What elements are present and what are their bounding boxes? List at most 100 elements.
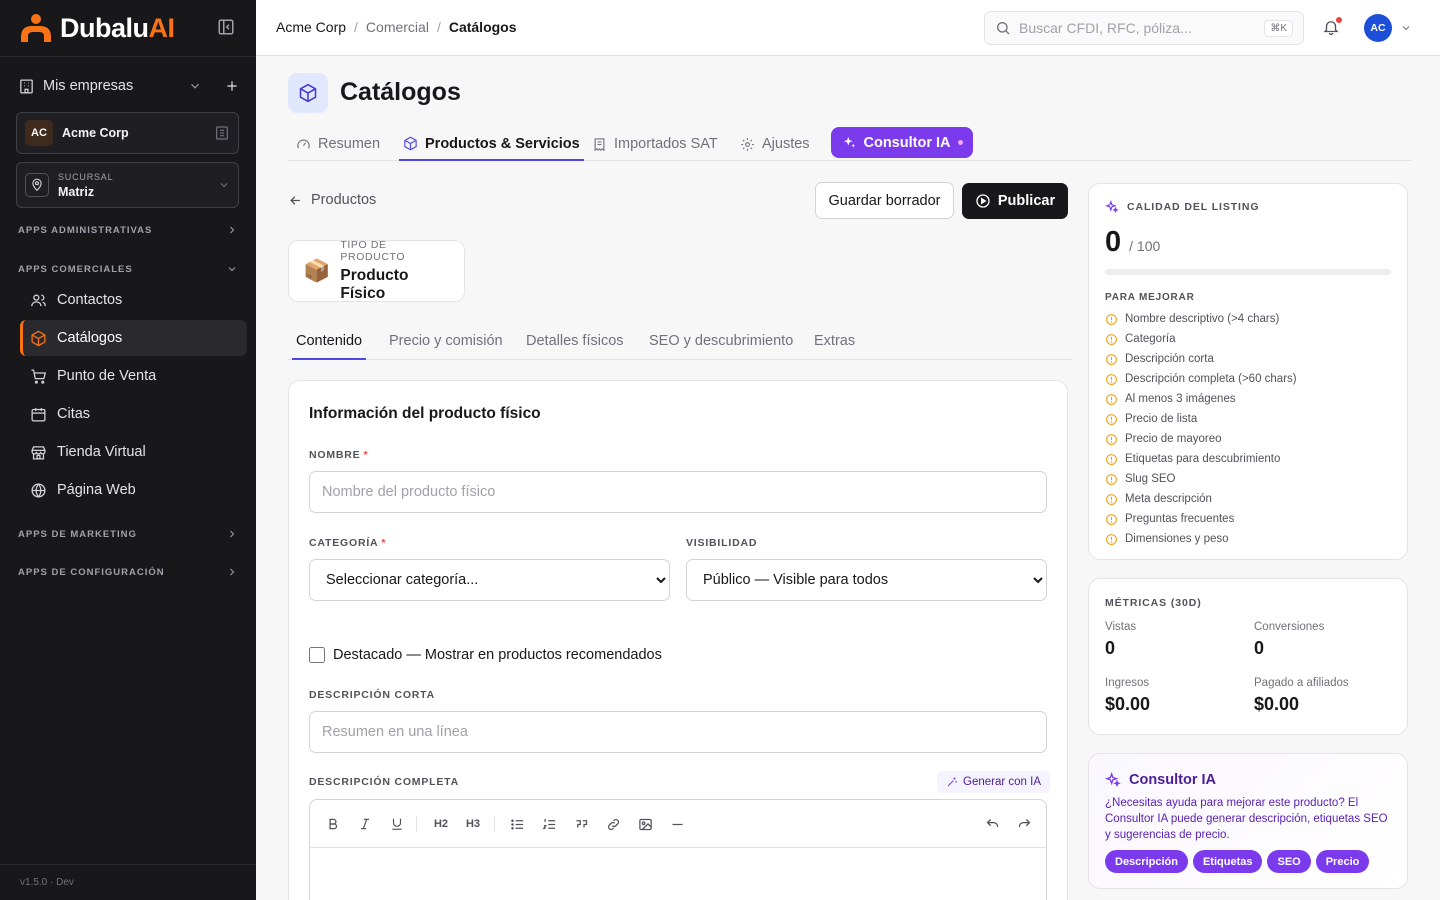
warning-circle-icon xyxy=(1106,533,1117,545)
users-icon xyxy=(31,294,46,306)
improvement-label: Descripción corta xyxy=(1125,353,1214,365)
warning-circle-icon xyxy=(1106,453,1117,465)
chip-etiquetas[interactable]: Etiquetas xyxy=(1192,850,1263,873)
sidebar-item-citas[interactable]: Citas xyxy=(20,396,247,432)
subtab-detalles-fisicos[interactable]: Detalles físicos xyxy=(526,330,624,359)
section-marketing-apps[interactable]: APPS DE MARKETING xyxy=(18,528,238,540)
store-icon xyxy=(31,445,46,460)
redo-icon[interactable] xyxy=(1016,816,1032,832)
ai-suggestion-chips: Descripción Etiquetas SEO Precio xyxy=(1105,850,1370,873)
search-input[interactable] xyxy=(1019,20,1265,36)
chevron-down-icon[interactable] xyxy=(1400,22,1412,34)
italic-icon[interactable] xyxy=(357,816,373,832)
tab-productos-servicios[interactable]: Productos & Servicios xyxy=(399,128,584,161)
subtab-extras[interactable]: Extras xyxy=(814,330,855,359)
building-icon xyxy=(216,126,228,140)
tab-label: Consultor IA xyxy=(863,134,951,151)
toolbar-divider xyxy=(416,816,417,832)
chip-descripcion[interactable]: Descripción xyxy=(1105,850,1188,873)
save-draft-button[interactable]: Guardar borrador xyxy=(815,182,954,219)
short-description-input[interactable] xyxy=(309,711,1047,753)
chevron-down-icon xyxy=(220,183,228,188)
improvement-label: Meta descripción xyxy=(1125,493,1212,505)
section-config-apps[interactable]: APPS DE CONFIGURACIÓN xyxy=(18,566,238,578)
chevron-down-icon xyxy=(228,267,236,272)
heading2-button[interactable]: H2 xyxy=(430,816,452,832)
undo-icon[interactable] xyxy=(984,816,1000,832)
branch-selector[interactable]: SUCURSAL Matriz xyxy=(16,162,239,208)
my-companies-toggle[interactable]: Mis empresas xyxy=(18,74,240,98)
brand-logo[interactable]: DubaluAI xyxy=(18,12,175,44)
tab-ajustes[interactable]: Ajustes xyxy=(740,128,810,160)
sidebar-item-catalogos[interactable]: Catálogos xyxy=(20,320,247,356)
metric-conversions: Conversiones 0 xyxy=(1254,621,1324,659)
heading3-button[interactable]: H3 xyxy=(462,816,484,832)
warning-circle-icon xyxy=(1106,433,1117,445)
search-shortcut: ⌘K xyxy=(1264,19,1293,37)
improvement-label: Precio de lista xyxy=(1125,413,1198,425)
bold-icon[interactable] xyxy=(325,816,341,832)
metric-label: Pagado a afiliados xyxy=(1254,677,1349,689)
metric-value: 0 xyxy=(1254,638,1265,658)
improvement-label: Etiquetas para descubrimiento xyxy=(1125,453,1281,465)
section-commercial-apps[interactable]: APPS COMERCIALES xyxy=(18,263,238,275)
tab-resumen[interactable]: Resumen xyxy=(296,128,380,160)
category-select[interactable]: Seleccionar categoría... xyxy=(309,559,670,601)
featured-toggle[interactable]: Destacado — Mostrar en productos recomen… xyxy=(309,647,662,663)
collapse-sidebar-icon[interactable] xyxy=(217,18,237,38)
subtab-precio[interactable]: Precio y comisión xyxy=(389,330,503,359)
improvement-label: Preguntas frecuentes xyxy=(1125,513,1235,525)
chevron-down-icon[interactable] xyxy=(188,79,202,93)
user-avatar[interactable]: AC xyxy=(1364,14,1392,42)
numbered-list-icon[interactable] xyxy=(541,816,557,832)
notifications-bell-icon[interactable] xyxy=(1322,17,1342,38)
divider xyxy=(0,864,256,865)
bullet-list-icon[interactable] xyxy=(509,816,525,832)
brand-name: DubaluAI xyxy=(60,12,175,43)
image-icon[interactable] xyxy=(637,816,653,832)
add-company-icon[interactable] xyxy=(224,78,240,94)
subtab-seo[interactable]: SEO y descubrimiento xyxy=(649,330,793,359)
featured-checkbox[interactable] xyxy=(309,647,325,663)
rich-text-editor[interactable]: H2 H3 xyxy=(309,799,1047,900)
breadcrumb-item[interactable]: Comercial xyxy=(366,19,429,35)
product-type-card[interactable]: 📦 TIPO DE PRODUCTO Producto Físico xyxy=(288,239,465,302)
sidebar-item-pagina-web[interactable]: Página Web xyxy=(20,472,247,508)
link-icon[interactable] xyxy=(605,816,621,832)
publish-button[interactable]: Publicar xyxy=(962,183,1068,219)
generate-with-ai-button[interactable]: Generar con IA xyxy=(937,771,1050,793)
calendar-icon xyxy=(31,407,46,422)
chip-seo[interactable]: SEO xyxy=(1267,850,1311,873)
toolbar-divider xyxy=(494,816,495,832)
map-pin-icon xyxy=(25,173,49,197)
sidebar-item-contactos[interactable]: Contactos xyxy=(20,282,247,318)
breadcrumb-item[interactable]: Acme Corp xyxy=(276,19,346,35)
improvement-item: Nombre descriptivo (>4 chars) xyxy=(1105,309,1297,329)
improvement-item: Descripción corta xyxy=(1105,349,1297,369)
generate-ai-label: Generar con IA xyxy=(963,776,1041,788)
my-companies-label: Mis empresas xyxy=(43,78,134,94)
tab-importados-sat[interactable]: Importados SAT xyxy=(592,128,718,160)
product-type-value: Producto Físico xyxy=(340,267,409,302)
back-to-products-link[interactable]: Productos xyxy=(288,192,376,208)
global-search[interactable]: ⌘K xyxy=(984,11,1304,45)
sidebar-item-tienda-virtual[interactable]: Tienda Virtual xyxy=(20,434,247,470)
product-name-input[interactable] xyxy=(309,471,1047,513)
chip-precio[interactable]: Precio xyxy=(1315,850,1370,873)
warning-circle-icon xyxy=(1106,493,1117,505)
quote-icon[interactable] xyxy=(573,816,589,832)
tab-consultor-ia[interactable]: Consultor IA xyxy=(831,127,973,158)
improvement-list: Nombre descriptivo (>4 chars) Categoría De… xyxy=(1105,309,1297,549)
warning-circle-icon xyxy=(1106,333,1117,345)
section-admin-apps[interactable]: APPS ADMINISTRATIVAS xyxy=(18,224,238,236)
ai-consultant-card: Consultor IA ¿Necesitas ayuda para mejor… xyxy=(1088,753,1408,889)
metric-affiliates: Pagado a afiliados $0.00 xyxy=(1254,677,1349,715)
underline-icon[interactable] xyxy=(389,816,405,832)
play-circle-icon xyxy=(976,194,990,208)
arrow-left-icon xyxy=(290,195,300,205)
company-selector[interactable]: AC Acme Corp xyxy=(16,112,239,154)
visibility-select[interactable]: Público — Visible para todos xyxy=(686,559,1047,601)
sidebar-item-punto-de-venta[interactable]: Punto de Venta xyxy=(20,358,247,394)
horizontal-rule-icon[interactable] xyxy=(669,816,685,832)
subtab-contenido[interactable]: Contenido xyxy=(292,330,367,360)
